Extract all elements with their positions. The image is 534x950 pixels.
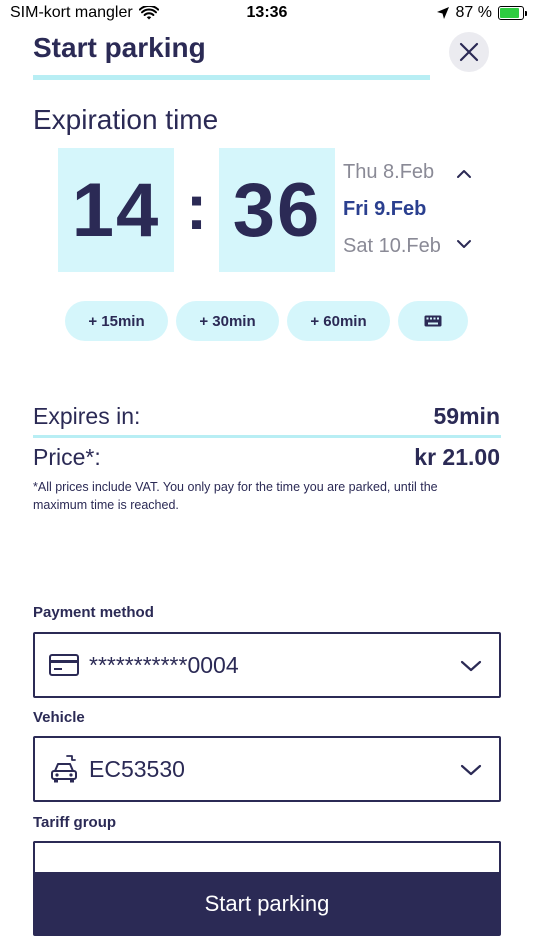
minutes-value: 36	[232, 167, 322, 253]
close-button[interactable]	[449, 32, 489, 72]
price-value: kr 21.00	[414, 444, 500, 470]
keyboard-icon	[424, 315, 442, 327]
minutes-picker[interactable]: 36	[219, 148, 335, 272]
battery-percentage: 87 %	[455, 4, 492, 21]
location-arrow-icon	[436, 7, 449, 19]
add-15min-button[interactable]: + 15min	[65, 301, 168, 341]
vehicle-select[interactable]: EC53530	[33, 736, 501, 802]
credit-card-icon	[47, 648, 81, 682]
expiration-title: Expiration time	[33, 104, 219, 135]
tariff-group-label: Tariff group	[33, 814, 117, 831]
date-option-selected[interactable]: Fri 9.Feb	[343, 198, 426, 221]
start-parking-button[interactable]: Start parking	[33, 872, 501, 936]
expires-in-value: 59min	[433, 403, 500, 429]
start-parking-button-label: Start parking	[204, 891, 330, 916]
expires-in-label: Expires in:	[33, 403, 141, 429]
time-separator: :	[185, 171, 208, 243]
battery-level-fill	[500, 8, 520, 18]
payment-method-value: ***********0004	[89, 651, 239, 678]
vehicle-label: Vehicle	[33, 709, 85, 726]
electric-car-icon	[47, 752, 81, 786]
chevron-up-icon[interactable]	[455, 168, 473, 180]
price-label: Price*:	[33, 444, 101, 470]
chevron-down-icon[interactable]	[455, 238, 473, 250]
vehicle-value: EC53530	[89, 755, 185, 782]
add-30min-button[interactable]: + 30min	[176, 301, 279, 341]
close-icon	[459, 42, 479, 62]
date-option-previous[interactable]: Thu 8.Feb	[343, 161, 434, 184]
keyboard-button[interactable]	[398, 301, 468, 341]
chevron-down-icon	[460, 764, 482, 776]
vat-note: *All prices include VAT. You only pay fo…	[33, 480, 438, 512]
battery-charging-icon	[498, 6, 527, 20]
status-right-group: 87 %	[436, 4, 527, 22]
payment-method-select[interactable]: ***********0004	[33, 632, 501, 698]
hours-picker[interactable]: 14	[58, 148, 174, 272]
title-underline	[33, 75, 430, 80]
page-title: Start parking	[33, 32, 206, 63]
chevron-down-icon	[460, 660, 482, 672]
date-option-next[interactable]: Sat 10.Feb	[343, 235, 441, 258]
status-bar: SIM-kort mangler 13:36 87 %	[0, 0, 534, 28]
add-60min-button[interactable]: + 60min	[287, 301, 390, 341]
summary-divider	[33, 435, 501, 438]
payment-method-label: Payment method	[33, 604, 154, 621]
hours-value: 14	[71, 167, 161, 253]
